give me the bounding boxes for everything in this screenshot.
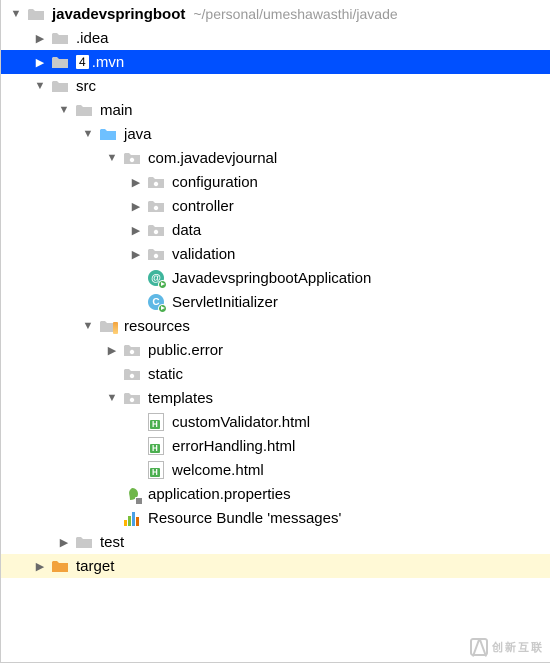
item-count-marker: 4: [76, 55, 89, 69]
disclosure-down-icon[interactable]: ▼: [9, 8, 23, 20]
package-icon: [123, 391, 141, 405]
folder-icon: [75, 103, 93, 117]
folder-icon: [27, 7, 45, 21]
disclosure-right-icon[interactable]: ▶: [33, 32, 47, 45]
tree-item-label: javadevspringboot: [52, 6, 185, 23]
disclosure-down-icon[interactable]: ▼: [57, 104, 71, 116]
tree-row[interactable]: ▶ data: [1, 218, 550, 242]
folder-icon: [51, 55, 69, 69]
disclosure-right-icon[interactable]: ▶: [129, 200, 143, 213]
tree-item-label: errorHandling.html: [172, 438, 295, 455]
package-icon: [147, 199, 165, 213]
tree-row[interactable]: ▶ .idea: [1, 26, 550, 50]
tree-row[interactable]: ▶ 4.mvn: [1, 50, 550, 74]
resource-bundle-icon: [124, 510, 140, 526]
disclosure-right-icon[interactable]: ▶: [129, 248, 143, 261]
disclosure-right-icon[interactable]: ▶: [105, 344, 119, 357]
watermark-text: 创新互联: [492, 639, 544, 655]
tree-item-label: test: [100, 534, 124, 551]
disclosure-right-icon[interactable]: ▶: [33, 56, 47, 69]
tree-item-label: validation: [172, 246, 235, 263]
tree-row[interactable]: Resource Bundle 'messages': [1, 506, 550, 530]
tree-row[interactable]: ▶ public.error: [1, 338, 550, 362]
tree-row[interactable]: ▼ main: [1, 98, 550, 122]
tree-row[interactable]: ▶ configuration: [1, 170, 550, 194]
package-icon: [147, 175, 165, 189]
tree-row[interactable]: ▶ target: [1, 554, 550, 578]
tree-item-label: welcome.html: [172, 462, 264, 479]
tree-item-label: templates: [148, 390, 213, 407]
html-file-icon: H: [148, 437, 164, 455]
package-icon: [147, 223, 165, 237]
watermark-logo-icon: [470, 638, 488, 656]
folder-target-icon: [51, 559, 69, 573]
html-file-icon: H: [148, 461, 164, 479]
tree-row[interactable]: ▼ java: [1, 122, 550, 146]
disclosure-right-icon[interactable]: ▶: [129, 224, 143, 237]
disclosure-right-icon[interactable]: ▶: [57, 536, 71, 549]
tree-row[interactable]: ▼ com.javadevjournal: [1, 146, 550, 170]
folder-icon: [51, 79, 69, 93]
disclosure-right-icon[interactable]: ▶: [33, 560, 47, 573]
disclosure-down-icon[interactable]: ▼: [81, 128, 95, 140]
tree-item-label: ServletInitializer: [172, 294, 278, 311]
package-icon: [123, 367, 141, 381]
tree-item-label: com.javadevjournal: [148, 150, 277, 167]
tree-item-label: public.error: [148, 342, 223, 359]
disclosure-down-icon[interactable]: ▼: [105, 392, 119, 404]
folder-source-icon: [99, 127, 117, 141]
tree-row[interactable]: ▶ validation: [1, 242, 550, 266]
tree-row[interactable]: ▶ controller: [1, 194, 550, 218]
package-icon: [123, 151, 141, 165]
tree-item-label: JavadevspringbootApplication: [172, 270, 371, 287]
tree-row[interactable]: static: [1, 362, 550, 386]
tree-row[interactable]: Hwelcome.html: [1, 458, 550, 482]
tree-item-label: resources: [124, 318, 190, 335]
tree-row[interactable]: HcustomValidator.html: [1, 410, 550, 434]
disclosure-down-icon[interactable]: ▼: [33, 80, 47, 92]
package-icon: [123, 343, 141, 357]
tree-row[interactable]: ▼ resources: [1, 314, 550, 338]
path-suffix: ~/personal/umeshawasthi/javade: [193, 6, 397, 22]
tree-item-label: main: [100, 102, 133, 119]
tree-row[interactable]: C ServletInitializer: [1, 290, 550, 314]
disclosure-right-icon[interactable]: ▶: [129, 176, 143, 189]
tree-row[interactable]: application.properties: [1, 482, 550, 506]
folder-icon: [51, 31, 69, 45]
tree-row[interactable]: @ JavadevspringbootApplication: [1, 266, 550, 290]
tree-item-label: .idea: [76, 30, 109, 47]
properties-file-icon: [124, 486, 140, 502]
tree-row[interactable]: ▶ test: [1, 530, 550, 554]
tree-item-label: Resource Bundle 'messages': [148, 510, 341, 527]
folder-resources-icon: [99, 319, 117, 333]
disclosure-down-icon[interactable]: ▼: [81, 320, 95, 332]
project-tree[interactable]: ▼ javadevspringboot ~/personal/umeshawast…: [1, 0, 550, 580]
watermark: 创新互联: [470, 638, 544, 656]
folder-icon: [75, 535, 93, 549]
tree-item-label: customValidator.html: [172, 414, 310, 431]
tree-item-label: controller: [172, 198, 234, 215]
tree-item-label: .mvn: [92, 54, 125, 71]
package-icon: [147, 247, 165, 261]
html-file-icon: H: [148, 413, 164, 431]
tree-row[interactable]: HerrorHandling.html: [1, 434, 550, 458]
tree-item-label: configuration: [172, 174, 258, 191]
tree-item-label: data: [172, 222, 201, 239]
disclosure-down-icon[interactable]: ▼: [105, 152, 119, 164]
tree-item-label: application.properties: [148, 486, 291, 503]
tree-item-label: src: [76, 78, 96, 95]
tree-item-label: static: [148, 366, 183, 383]
tree-item-label: target: [76, 558, 114, 575]
tree-row[interactable]: ▼ src: [1, 74, 550, 98]
tree-item-label: java: [124, 126, 152, 143]
tree-row[interactable]: ▼ javadevspringboot ~/personal/umeshawast…: [1, 2, 550, 26]
spring-boot-app-icon: @: [148, 270, 164, 286]
tree-row[interactable]: ▼ templates: [1, 386, 550, 410]
java-class-icon: C: [148, 294, 164, 310]
